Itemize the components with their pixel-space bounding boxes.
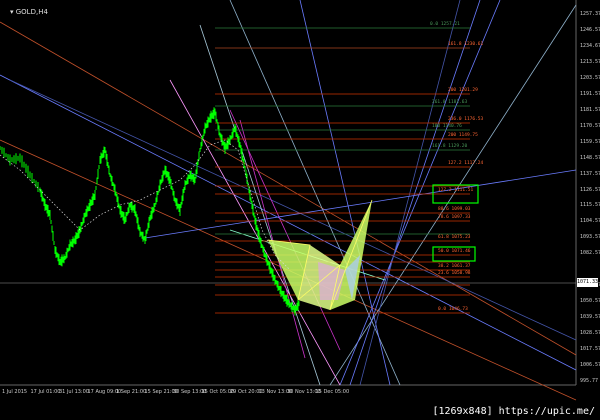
symbol-label: ▾ GOLD,H4 [10,8,48,16]
time-axis-label: 15 Dec 05:00 [315,389,350,395]
price-axis-label: 1050.57 [580,298,600,305]
price-axis-label: 1028.57 [580,330,600,337]
fib-level-label: 200 1201.29 [448,88,478,93]
time-axis-label: 17 Jul 01:00 [30,389,61,395]
price-axis-label: 1203.57 [580,74,600,81]
fib-level-label: 236.0 1176.53 [448,117,484,122]
price-axis-label: 1126.57 [580,186,600,193]
fib-level-label: 38.2 1061.37 [438,264,471,269]
time-axis-label: 1 Jul 2015 [2,389,28,395]
price-axis-label: 1093.57 [580,234,600,241]
trend-lines [0,0,577,401]
fib-level-label: 127.2 1117.24 [448,161,484,166]
price-axis-label: 1181.57 [580,106,600,113]
price-axis-label: 1170.57 [580,122,600,129]
price-axis-label: 1017.57 [580,346,600,353]
price-axis-label: 1148.57 [580,154,600,161]
fib-level-label: 100 1140.76 [432,124,462,129]
time-axis-label: 1 Sep 21:00 [116,389,147,395]
price-axis-label: 1115.57 [580,202,600,209]
price-axis-label: 1246.57 [580,26,600,33]
watermark-text: [1269x848] https://upic.me/ [429,405,598,418]
fib-level-label: 261.8 1181.63 [432,100,468,105]
price-axis-label: 1039.57 [580,314,600,321]
price-axis-label: 1082.57 [580,250,600,257]
fib-level-label: 161.8 1129.20 [432,144,468,149]
fib-level-label: 78.6 1097.33 [438,215,471,220]
fib-level-label: 161.8 1230.61 [448,42,484,47]
fib-level-label: 61.8 1075.23 [438,235,471,240]
fib-level-label: 127.2 1111.51 [438,188,474,193]
price-axis-label: 995.77 [580,378,599,384]
fib-level-label: 200 1149.75 [448,133,478,138]
price-axis-label: 1213.57 [580,58,600,65]
fib-level-label: 0.0 1046.73 [438,307,468,312]
price-axis-label: 1191.57 [580,90,600,97]
fib-level-label: 88.6 1099.03 [438,207,471,212]
chart-canvas[interactable] [0,0,600,420]
price-axis-label: 1159.57 [580,138,600,145]
price-axis-label: 1104.57 [580,218,600,225]
price-axis-label: 1234.67 [580,42,600,49]
fib-level-label: 0.0 1257.21 [430,22,460,27]
price-axis-label: 1137.57 [580,170,600,177]
time-axis-label: 31 Jul 13:00 [59,389,89,395]
price-axis-label: 1006.57 [580,362,600,369]
candlestick-series [0,107,300,316]
current-price-tag: 1071.33 [577,278,599,287]
fib-level-label: 23.6 1050.98 [438,271,471,276]
fib-level-label: 50.0 1071.46 [438,249,471,254]
price-axis-label: 1257.37 [580,11,600,17]
